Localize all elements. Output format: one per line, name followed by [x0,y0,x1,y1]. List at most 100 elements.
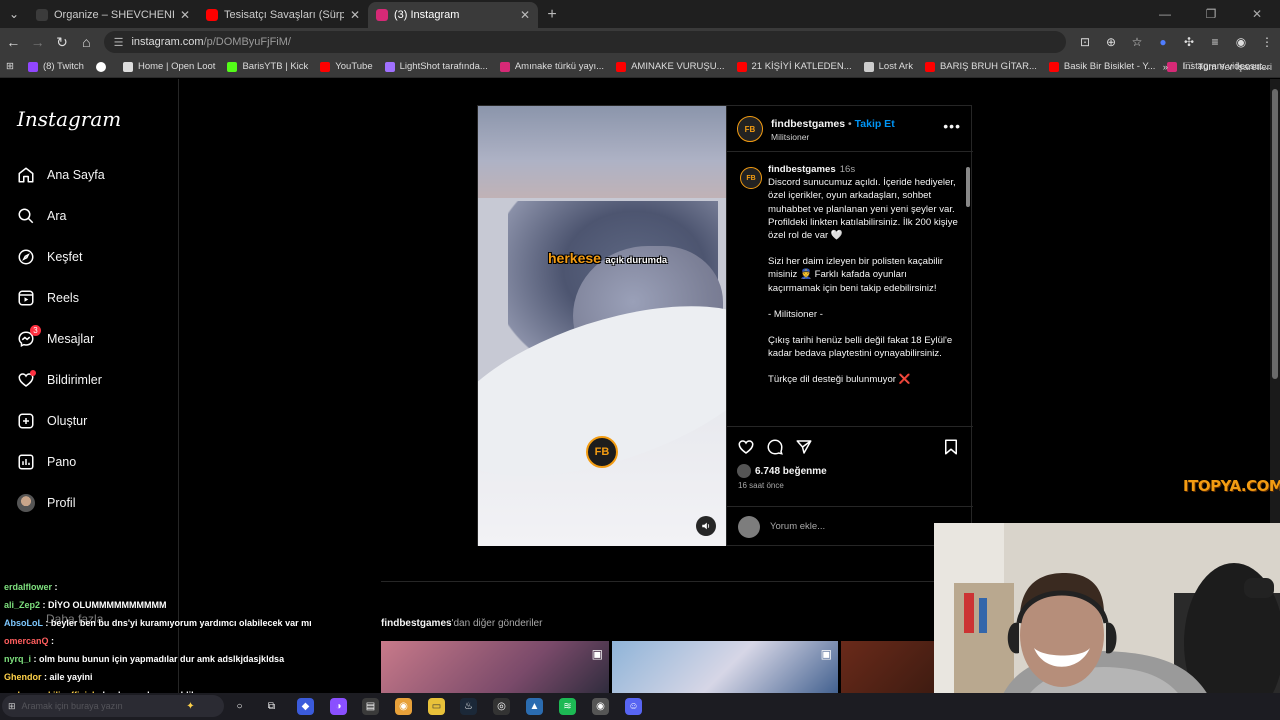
bookmark-item[interactable]: LightShot tarafında... [384,61,488,72]
tab-title: Organize – SHEVCHENKO Lyrics [54,9,174,21]
bookmark-label: Lost Ark [878,61,913,72]
close-window-icon[interactable]: ✕ [1234,0,1280,28]
media-controls-icon[interactable]: ≡ [1202,35,1228,49]
bookmark-label: Home | Open Loot [137,61,216,72]
extensions-puzzle-icon[interactable]: ✣ [1176,35,1202,49]
steam-icon[interactable]: ♨ [460,698,477,715]
browser-tab-2[interactable]: Tesisatçı Savaşları (Sürprizi Çok ✕ [198,2,368,28]
apps-icon[interactable]: ⊞ [6,61,14,72]
file-explorer-icon[interactable]: ▭ [428,698,445,715]
tab-search-icon[interactable]: ⌄ [0,0,28,28]
search-icon [17,207,35,225]
sidebar-item-search[interactable]: Ara [17,207,66,225]
cortana-icon[interactable]: ○ [231,698,248,715]
bookmark-item[interactable]: Home | Open Loot [122,61,216,72]
sidebar-item-messages[interactable]: 3 Mesajlar [17,325,94,348]
menu-icon[interactable]: ⋮ [1254,35,1280,49]
bookmark-item[interactable]: YouTube [320,61,373,72]
store-icon[interactable]: ▤ [362,698,379,715]
sidebar-item-dashboard[interactable]: Pano [17,453,76,471]
comment-icon[interactable] [766,438,784,461]
save-icon[interactable] [943,438,959,461]
page-scroll-thumb[interactable] [1272,89,1278,379]
caption-scrollbar[interactable] [965,157,971,425]
chat-message: ali_Zep2 : DİYO OLUMMMMMMMMMM [4,596,334,614]
bookmark-item[interactable]: BarisYTB | Kick [227,61,308,72]
bookmark-item[interactable]: AMINAKE VURUŞU... [616,61,725,72]
sidebar-item-explore[interactable]: Keşfet [17,248,82,266]
bookmark-item[interactable]: 21 KİŞİYİ KATLEDEN... [736,61,852,72]
minimize-icon[interactable]: — [1142,0,1188,28]
reload-icon[interactable]: ↻ [51,30,73,54]
address-bar[interactable]: ☰ instagram.com/p/DOMByuFjFiM/ [103,31,1066,53]
close-tab-icon[interactable]: ✕ [520,8,530,22]
follow-button[interactable]: Takip Et [855,118,895,130]
profile-icon[interactable]: ◉ [1228,35,1254,49]
browser-tab-active[interactable]: (3) Instagram ✕ [368,2,538,28]
browser-tab-1[interactable]: Organize – SHEVCHENKO Lyrics ✕ [28,2,198,28]
post-video[interactable]: herkese açık durumda FB [478,106,726,546]
bookmarks-overflow-icon[interactable]: » [1163,62,1168,73]
share-icon[interactable] [795,438,813,461]
app-icon[interactable]: ◆ [297,698,314,715]
obs-icon[interactable]: ◎ [493,698,510,715]
spotify-icon[interactable]: ≋ [559,698,576,715]
bookmark-item[interactable]: Amınake türkü yayı... [499,61,604,72]
forward-icon[interactable]: → [26,30,48,54]
all-bookmarks-link[interactable]: Tüm Yer İşaretleri [1198,62,1272,73]
like-summary[interactable]: 6.748 beğenme [737,464,827,478]
sidebar-item-label: Profil [47,496,76,510]
post-subtitle[interactable]: Militsioner [771,132,809,142]
caption-username[interactable]: findbestgames [768,164,836,175]
extension-icon[interactable]: ● [1150,35,1176,49]
comment-input[interactable]: Yorum ekle... [770,521,825,532]
sidebar-item-profile[interactable]: Profil [17,494,75,512]
chat-username: nyrq_i [4,654,32,664]
new-tab-button[interactable]: + [538,2,566,28]
sidebar-item-reels[interactable]: Reels [17,289,79,307]
close-tab-icon[interactable]: ✕ [180,8,190,22]
bookmark-item[interactable]: BARIŞ BRUH GİTAR... [924,61,1037,72]
post-thumbnail[interactable]: ▣ [612,641,838,693]
bookmark-star-icon[interactable]: ☆ [1124,35,1150,49]
caption-paragraph: Türkçe dil desteği bulunmuyor ❌ [768,374,911,386]
mute-toggle[interactable] [696,516,716,536]
post-time: 16 saat önce [738,481,784,490]
chat-username: Ghendor [4,672,42,682]
post-thumbnail[interactable] [841,641,941,693]
discord-icon[interactable]: ☺ [625,698,642,715]
task-view-icon[interactable]: ⧉ [263,698,280,715]
bookmark-item[interactable]: (8) Twitch [27,61,84,72]
instagram-logo[interactable]: Instagram [17,107,121,131]
home-icon[interactable]: ⌂ [75,30,97,54]
chrome-active-icon[interactable]: ◉ [592,698,609,715]
video-caption: herkese açık durumda [548,250,667,268]
caption-author-avatar[interactable]: FB [740,167,762,189]
windows-start-icon[interactable]: ⊞ [8,701,16,712]
copilot-icon[interactable]: ◑ [330,698,347,715]
more-options-icon[interactable]: ••• [943,118,961,134]
chrome-icon[interactable]: ◉ [395,698,412,715]
scroll-thumb[interactable] [966,167,970,207]
search-highlight-icon[interactable]: ✦ [182,698,199,715]
install-icon[interactable]: ⊡ [1072,35,1098,49]
bookmark-item[interactable] [95,61,111,72]
back-icon[interactable]: ← [2,30,24,54]
sidebar-item-home[interactable]: Ana Sayfa [17,166,105,184]
like-icon[interactable] [737,438,755,461]
more-posts-username[interactable]: findbestgames [381,618,452,629]
author-avatar[interactable]: FB [737,116,763,142]
restore-icon[interactable]: ❐ [1188,0,1234,28]
sidebar-item-notifications[interactable]: Bildirimler [17,370,102,389]
bookmark-item[interactable]: Basik Bir Bisiklet - Y... [1048,61,1155,72]
bookmark-item[interactable]: Lost Ark [863,61,913,72]
close-tab-icon[interactable]: ✕ [350,8,360,22]
compass-icon [17,248,35,266]
author-username[interactable]: findbestgames [771,118,845,130]
sidebar-item-create[interactable]: Oluştur [17,412,87,430]
app-icon[interactable]: ▲ [526,698,543,715]
zoom-icon[interactable]: ⊕ [1098,35,1124,49]
site-info-icon[interactable]: ☰ [114,36,124,49]
notification-dot [30,370,36,376]
post-thumbnail[interactable]: ▣ [381,641,609,693]
